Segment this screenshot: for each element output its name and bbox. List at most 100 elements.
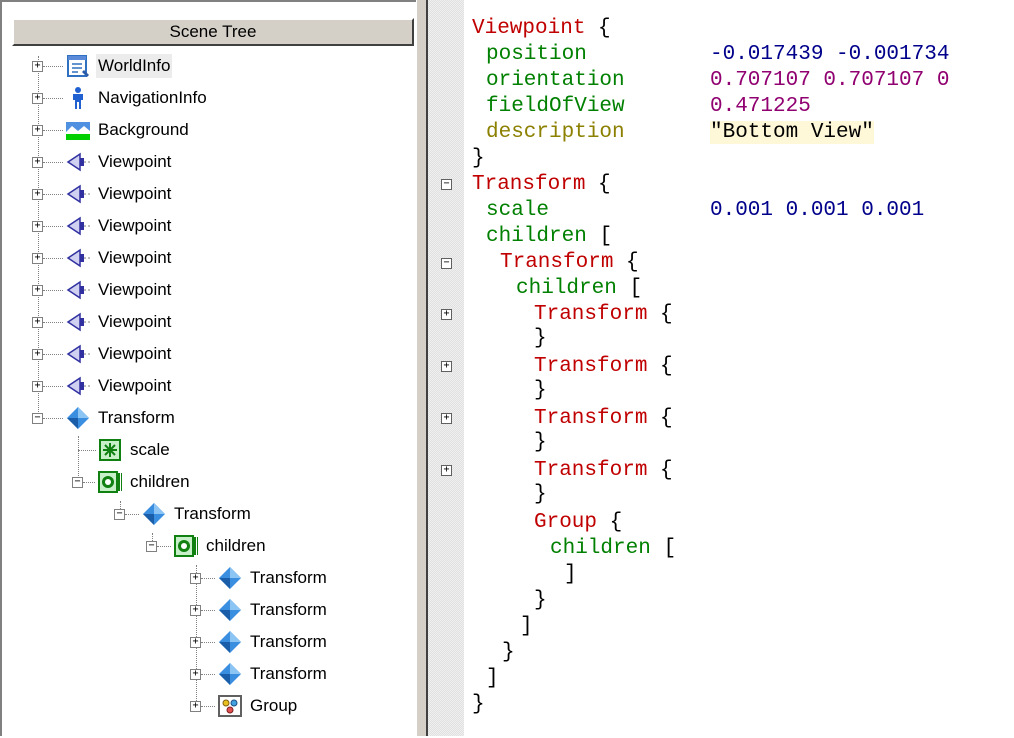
code-line: Transform { [534, 406, 673, 432]
code-line: Transform { [500, 250, 639, 276]
bracket: [ [629, 277, 643, 300]
expand-toggle[interactable]: + [32, 61, 43, 72]
tree-node-label: children [206, 536, 266, 555]
code-line: ] [486, 666, 499, 692]
code-line: description [486, 120, 625, 146]
code-line: Transform { [534, 302, 673, 328]
collapse-toggle[interactable]: − [146, 541, 157, 552]
tree-node-navigationinfo[interactable]: + NavigationInfo [32, 82, 209, 114]
transform-icon [218, 662, 242, 686]
viewpoint-icon [66, 182, 90, 206]
code-line: Viewpoint { [472, 16, 611, 42]
code-value: "Bottom View" [710, 120, 874, 146]
collapse-toggle[interactable]: − [32, 413, 43, 424]
code-line: position [486, 42, 587, 68]
fold-collapse-icon[interactable]: − [441, 258, 452, 269]
tree-node-children[interactable]: − children [146, 530, 268, 562]
tree-node-viewpoint[interactable]: + Viewpoint [32, 306, 173, 338]
tree-node-children[interactable]: − children [72, 466, 192, 498]
expand-toggle[interactable]: + [32, 381, 43, 392]
tree-node-label: children [130, 472, 190, 491]
fold-expand-icon[interactable]: + [441, 413, 452, 424]
code-line: Group { [534, 510, 622, 536]
tree-node-viewpoint[interactable]: + Viewpoint [32, 146, 173, 178]
tree-node-group[interactable]: + Group [190, 690, 299, 722]
code-line: } [534, 482, 547, 508]
brace: } [534, 589, 547, 612]
viewpoint-icon [66, 278, 90, 302]
field-value: 0.001 0.001 0.001 [710, 199, 925, 222]
bracket: [ [663, 537, 677, 560]
expand-toggle[interactable]: + [32, 93, 43, 104]
tree-node-label: Group [250, 696, 298, 715]
viewpoint-icon [66, 374, 90, 398]
expand-toggle[interactable]: + [32, 285, 43, 296]
brace: { [609, 511, 623, 534]
expand-toggle[interactable]: + [32, 157, 43, 168]
tree-node-transform[interactable]: + Transform [190, 626, 329, 658]
brace: { [660, 407, 673, 430]
code-value: 0.707107 0.707107 0 [710, 68, 949, 94]
code-line: ] [564, 562, 577, 588]
pane-splitter[interactable] [416, 0, 428, 736]
brace: } [534, 327, 547, 350]
brace: } [534, 431, 547, 454]
code-line: fieldOfView [486, 94, 625, 120]
expand-toggle[interactable]: + [32, 189, 43, 200]
fold-expand-icon[interactable]: + [441, 465, 452, 476]
expand-toggle[interactable]: + [190, 669, 201, 680]
tree-node-viewpoint[interactable]: + Viewpoint [32, 210, 173, 242]
expand-toggle[interactable]: + [32, 317, 43, 328]
field-name: children [550, 537, 651, 560]
tree-node-label: Viewpoint [98, 184, 172, 203]
viewpoint-icon [66, 310, 90, 334]
tree-node-viewpoint[interactable]: + Viewpoint [32, 338, 173, 370]
tree-node-label: WorldInfo [96, 54, 173, 78]
tree-node-viewpoint[interactable]: + Viewpoint [32, 242, 173, 274]
tree-node-viewpoint[interactable]: + Viewpoint [32, 370, 173, 402]
expand-toggle[interactable]: + [32, 221, 43, 232]
tree-node-label: Viewpoint [98, 344, 172, 363]
tree-node-viewpoint[interactable]: + Viewpoint [32, 274, 173, 306]
expand-toggle[interactable]: + [190, 701, 201, 712]
code-line: Transform { [534, 458, 673, 484]
tree-node-transform[interactable]: − Transform [114, 498, 253, 530]
brace: { [598, 17, 611, 40]
transform-icon [66, 406, 90, 430]
code-editor[interactable]: − − + + + + Viewpoint { position -0.0174… [428, 0, 1014, 736]
tree-node-transform[interactable]: − Transform [32, 402, 177, 434]
brace: { [626, 251, 639, 274]
tree-node-label: scale [130, 440, 170, 459]
fold-collapse-icon[interactable]: − [441, 179, 452, 190]
fold-expand-icon[interactable]: + [441, 361, 452, 372]
tree-node-scale[interactable]: scale [78, 434, 172, 466]
field-sf-icon [98, 438, 122, 462]
expand-toggle[interactable]: + [32, 125, 43, 136]
field-name: scale [486, 199, 550, 222]
collapse-toggle[interactable]: − [72, 477, 83, 488]
tree-node-transform[interactable]: + Transform [190, 594, 329, 626]
transform-icon [218, 598, 242, 622]
expand-toggle[interactable]: + [190, 573, 201, 584]
expand-toggle[interactable]: + [32, 349, 43, 360]
fold-expand-icon[interactable]: + [441, 309, 452, 320]
collapse-toggle[interactable]: − [114, 509, 125, 520]
field-name: fieldOfView [486, 95, 625, 118]
tree-node-worldinfo[interactable]: + WorldInfo [32, 50, 173, 82]
scene-tree-header[interactable]: Scene Tree [12, 18, 414, 46]
tree-node-transform[interactable]: + Transform [190, 658, 329, 690]
expand-toggle[interactable]: + [32, 253, 43, 264]
viewpoint-icon [66, 150, 90, 174]
tree-node-label: Transform [174, 504, 251, 523]
tree-node-transform[interactable]: + Transform [190, 562, 329, 594]
tree-node-viewpoint[interactable]: + Viewpoint [32, 178, 173, 210]
brace: { [598, 173, 611, 196]
expand-toggle[interactable]: + [190, 637, 201, 648]
code-line: } [534, 430, 547, 456]
keyword: Viewpoint [472, 17, 586, 40]
keyword: Transform [534, 355, 648, 378]
expand-toggle[interactable]: + [190, 605, 201, 616]
brace: { [660, 355, 673, 378]
code-line: } [472, 692, 485, 718]
tree-node-background[interactable]: + Background [32, 114, 191, 146]
